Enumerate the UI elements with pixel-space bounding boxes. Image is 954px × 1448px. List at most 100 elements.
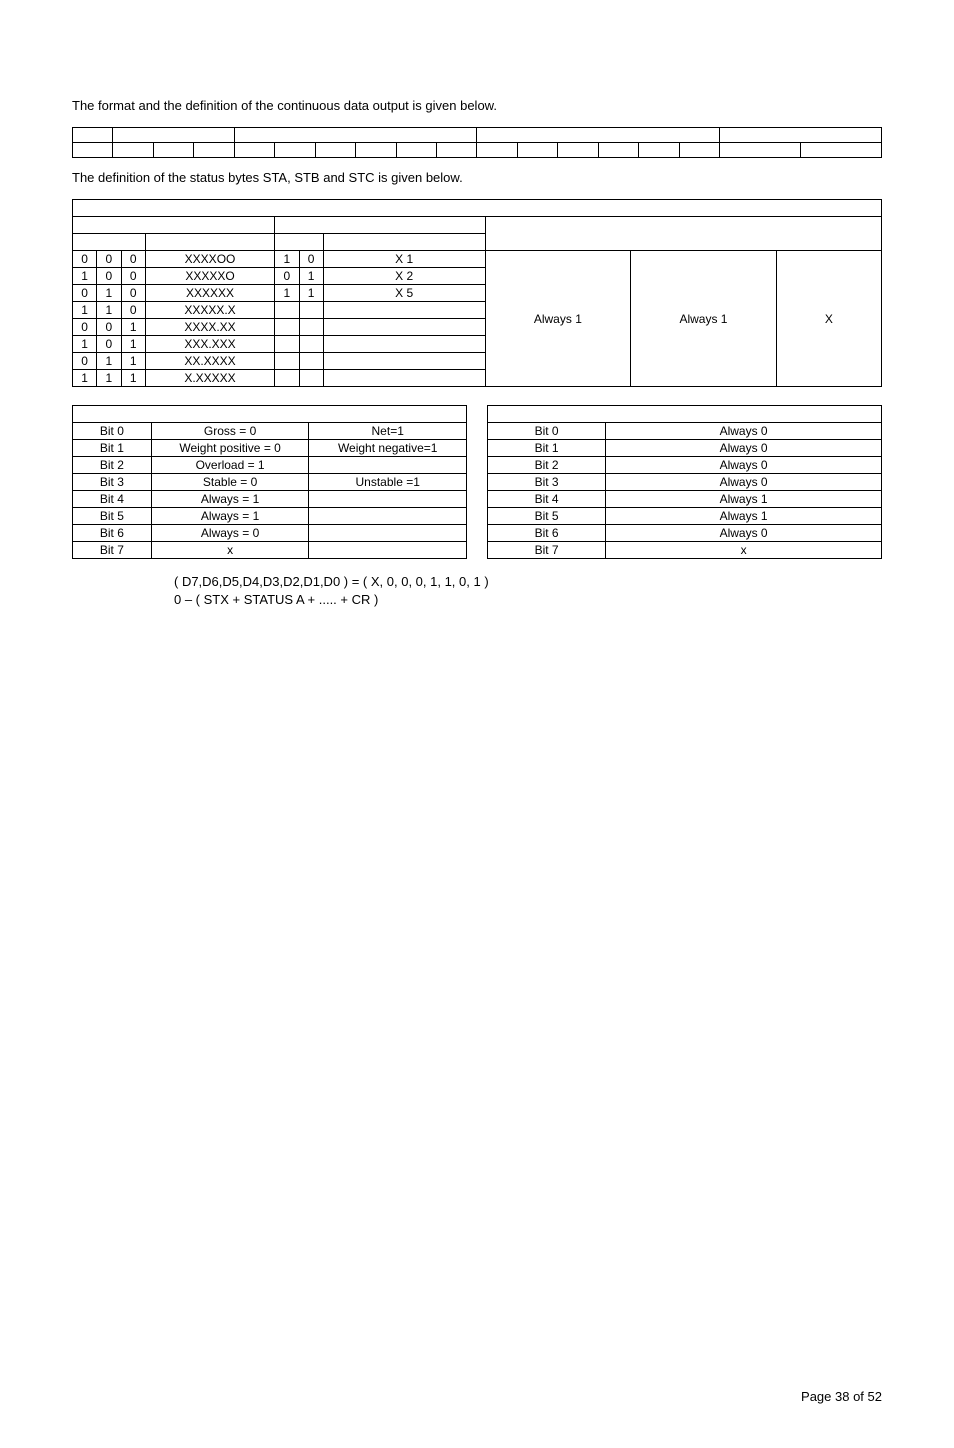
cell: 0	[73, 285, 97, 302]
cell: Bit 5	[488, 508, 606, 525]
cell: x	[151, 542, 309, 559]
cell: Always 1	[606, 491, 882, 508]
note-line-2: 0 – ( STX + STATUS A + ..... + CR )	[174, 591, 882, 609]
cell: 1	[299, 285, 323, 302]
cell: X 5	[323, 285, 485, 302]
cell: Bit 7	[73, 542, 152, 559]
cell: 0	[97, 268, 121, 285]
status-right-cell: X	[776, 251, 881, 387]
cell: 0	[73, 353, 97, 370]
status-table: 000XXXXOO10X 1Always 1Always 1X100XXXXXO…	[72, 199, 882, 387]
bits-right-table: Bit 0Always 0Bit 1Always 0Bit 2Always 0B…	[487, 405, 882, 559]
cell: 1	[73, 370, 97, 387]
cell: 1	[121, 319, 145, 336]
bits-left-header	[73, 406, 467, 423]
cell: 0	[97, 251, 121, 268]
cell: 1	[275, 251, 299, 268]
intro-para-1: The format and the definition of the con…	[72, 98, 882, 113]
bits-right-row: Bit 1Always 0	[488, 440, 882, 457]
cell: 0	[73, 251, 97, 268]
cell	[275, 336, 299, 353]
cell	[299, 370, 323, 387]
status-right-cell: Always 1	[631, 251, 777, 387]
cell: Always = 1	[151, 508, 309, 525]
format-table	[72, 127, 882, 158]
cell	[323, 336, 485, 353]
cell: Always 0	[606, 423, 882, 440]
cell	[275, 370, 299, 387]
bits-left-row: Bit 1Weight positive = 0Weight negative=…	[73, 440, 467, 457]
bits-right-row: Bit 0Always 0	[488, 423, 882, 440]
bits-right-row: Bit 7x	[488, 542, 882, 559]
cell: Bit 1	[73, 440, 152, 457]
cell: Always = 0	[151, 525, 309, 542]
status-header-row-3	[73, 234, 882, 251]
cell: XXXXXO	[145, 268, 274, 285]
cell: 0	[299, 251, 323, 268]
cell	[299, 319, 323, 336]
cell: Weight negative=1	[309, 440, 467, 457]
cell: Bit 3	[488, 474, 606, 491]
cell: XXXX.XX	[145, 319, 274, 336]
cell	[299, 336, 323, 353]
cell: Bit 7	[488, 542, 606, 559]
intro-para-2: The definition of the status bytes STA, …	[72, 170, 882, 185]
bits-left-row: Bit 2Overload = 1	[73, 457, 467, 474]
cell: Always = 1	[151, 491, 309, 508]
bits-left-row: Bit 7x	[73, 542, 467, 559]
bits-left-row: Bit 3Stable = 0Unstable =1	[73, 474, 467, 491]
cell	[309, 508, 467, 525]
status-right-cell: Always 1	[485, 251, 631, 387]
cell: Always 0	[606, 440, 882, 457]
cell: 1	[73, 268, 97, 285]
bits-left-table: Bit 0Gross = 0Net=1Bit 1Weight positive …	[72, 405, 467, 559]
cell: 0	[97, 319, 121, 336]
bits-left-row: Bit 0Gross = 0Net=1	[73, 423, 467, 440]
page-footer: Page 38 of 52	[801, 1389, 882, 1404]
cell: Unstable =1	[309, 474, 467, 491]
cell: 1	[121, 353, 145, 370]
cell: Bit 4	[488, 491, 606, 508]
cell	[275, 302, 299, 319]
cell	[309, 491, 467, 508]
status-row: 000XXXXOO10X 1Always 1Always 1X	[73, 251, 882, 268]
cell: Bit 6	[488, 525, 606, 542]
cell: Bit 6	[73, 525, 152, 542]
cell: 0	[121, 302, 145, 319]
status-header-row-1	[73, 200, 882, 217]
cell: Always 0	[606, 457, 882, 474]
cell: XXXXX.X	[145, 302, 274, 319]
cell: 1	[121, 370, 145, 387]
note-line-1: ( D7,D6,D5,D4,D3,D2,D1,D0 ) = ( X, 0, 0,…	[174, 573, 882, 591]
cell: Gross = 0	[151, 423, 309, 440]
cell: 0	[97, 336, 121, 353]
cell: Always 0	[606, 474, 882, 491]
cell	[309, 457, 467, 474]
bits-right-row: Bit 3Always 0	[488, 474, 882, 491]
cell: Bit 3	[73, 474, 152, 491]
cell	[323, 370, 485, 387]
cell: X 1	[323, 251, 485, 268]
cell: Stable = 0	[151, 474, 309, 491]
note-block: ( D7,D6,D5,D4,D3,D2,D1,D0 ) = ( X, 0, 0,…	[174, 573, 882, 608]
bits-left-row: Bit 5Always = 1	[73, 508, 467, 525]
cell: 0	[275, 268, 299, 285]
cell: 0	[121, 268, 145, 285]
cell: Bit 1	[488, 440, 606, 457]
cell: 1	[275, 285, 299, 302]
cell: 1	[121, 336, 145, 353]
cell: 1	[97, 285, 121, 302]
cell: Net=1	[309, 423, 467, 440]
bits-right-header	[488, 406, 882, 423]
cell: 1	[97, 370, 121, 387]
cell	[299, 353, 323, 370]
bits-right-row: Bit 4Always 1	[488, 491, 882, 508]
cell: 0	[121, 285, 145, 302]
cell	[323, 353, 485, 370]
bits-left-row: Bit 6Always = 0	[73, 525, 467, 542]
cell: 1	[97, 353, 121, 370]
cell: x	[606, 542, 882, 559]
format-cells-row	[73, 143, 882, 158]
cell: Always 1	[606, 508, 882, 525]
format-header-row	[73, 128, 882, 143]
